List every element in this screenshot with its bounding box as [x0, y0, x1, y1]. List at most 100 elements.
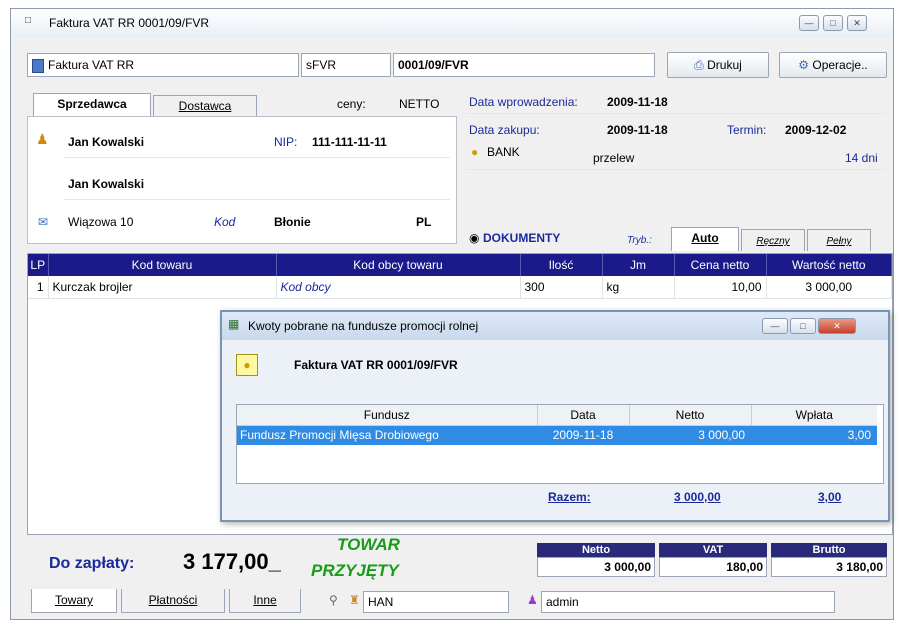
- dialog-title: Kwoty pobrane na fundusze promocji rolne…: [248, 319, 479, 333]
- tab-manual[interactable]: Ręczny: [741, 229, 805, 251]
- tab-manual-label: Ręczny: [756, 236, 790, 247]
- tab-seller[interactable]: Sprzedawca: [33, 93, 151, 117]
- cell-foreign-code: Kod obcy: [276, 276, 521, 299]
- country-value[interactable]: PL: [416, 215, 431, 229]
- person-icon: ♟: [36, 131, 49, 147]
- user-field[interactable]: admin: [541, 591, 835, 613]
- number-field[interactable]: 0001/09/FVR: [393, 53, 655, 77]
- cell-price: 10,00: [674, 276, 767, 299]
- due-date-label: Termin:: [727, 123, 767, 137]
- tab-goods[interactable]: Towary: [31, 589, 117, 613]
- street-value[interactable]: Wiązowa 10: [68, 215, 133, 229]
- dialog-subtitle: Faktura VAT RR 0001/09/FVR: [294, 358, 458, 372]
- dialog-maximize-button[interactable]: □: [790, 318, 816, 334]
- entry-date-value[interactable]: 2009-11-18: [607, 95, 668, 109]
- user-value: admin: [546, 595, 579, 609]
- party-name-2[interactable]: Jan Kowalski: [68, 177, 144, 191]
- postcode-value[interactable]: Kod: [214, 215, 235, 229]
- nip-value[interactable]: 111-111-11-11: [312, 135, 387, 149]
- tab-payments[interactable]: Płatności: [121, 589, 225, 613]
- col-unit[interactable]: Jm: [602, 254, 675, 276]
- series-value: sFVR: [306, 58, 336, 72]
- doc-type-value: Faktura VAT RR: [48, 58, 135, 72]
- due-date-value[interactable]: 2009-12-02: [785, 123, 846, 137]
- payment-days-value[interactable]: 14 dni: [845, 151, 878, 165]
- items-table: LP Kod towaru Kod obcy towaru Ilość Jm C…: [28, 254, 892, 299]
- to-pay-value: 3 177,00_: [183, 549, 281, 574]
- paperclip-icon[interactable]: ⚲: [329, 593, 338, 607]
- minimize-button[interactable]: —: [799, 15, 819, 31]
- col-qty[interactable]: Ilość: [520, 254, 603, 276]
- dialog-close-button[interactable]: ✕: [818, 318, 856, 334]
- close-button[interactable]: ✕: [847, 15, 867, 31]
- tab-other[interactable]: Inne: [229, 589, 301, 613]
- payment-method-value[interactable]: przelew: [593, 151, 634, 165]
- cell-net: 3 000,00: [698, 428, 745, 443]
- envelope-icon: ✉: [38, 215, 49, 229]
- col-code[interactable]: Kod towaru: [48, 254, 277, 276]
- vat-header: VAT: [659, 543, 767, 557]
- prices-value[interactable]: NETTO: [399, 97, 439, 111]
- to-pay-label: Do zapłaty:: [49, 555, 135, 572]
- status-line-1: TOWAR: [337, 535, 400, 554]
- total-net: 3 000,00: [674, 490, 721, 504]
- table-row[interactable]: 1 Kurczak brojler Kod obcy 300 kg 10,00 …: [28, 276, 892, 299]
- col-price[interactable]: Cena netto: [674, 254, 767, 276]
- operations-button[interactable]: ⚙ Operacje..: [779, 52, 887, 78]
- payment-form-value[interactable]: BANK: [487, 145, 520, 159]
- print-label: Drukuj: [707, 58, 742, 72]
- prices-label: ceny:: [337, 97, 366, 111]
- tab-supplier[interactable]: Dostawca: [153, 95, 257, 117]
- netto-header: Netto: [537, 543, 655, 557]
- tab-auto[interactable]: Auto: [671, 227, 739, 251]
- warehouse-field[interactable]: HAN: [363, 591, 509, 613]
- purchase-date-label: Data zakupu:: [469, 123, 540, 137]
- total-paid: 3,00: [818, 490, 842, 504]
- tab-goods-label: Towary: [54, 593, 93, 607]
- col-value[interactable]: Wartość netto: [766, 254, 892, 276]
- title-bar: □ Faktura VAT RR 0001/09/FVR — □ ✕: [11, 9, 893, 37]
- document-icon: [32, 58, 44, 73]
- tab-supplier-label: Dostawca: [178, 99, 232, 113]
- brutto-value: 3 180,00: [771, 557, 887, 577]
- col-lp[interactable]: LP: [28, 254, 49, 276]
- tab-full[interactable]: Pełny: [807, 229, 871, 251]
- fund-table: Fundusz Data Netto Wpłata Fundusz Promoc…: [237, 405, 877, 445]
- print-button[interactable]: ⎙ Drukuj: [667, 52, 769, 78]
- user-icon: ♟: [527, 593, 538, 607]
- dialog-app-icon: ▦: [228, 317, 240, 331]
- cell-unit: kg: [602, 276, 675, 299]
- col-net[interactable]: Netto: [629, 405, 752, 426]
- col-date[interactable]: Data: [537, 405, 630, 426]
- purchase-date-value[interactable]: 2009-11-18: [607, 123, 668, 137]
- dialog-minimize-button[interactable]: —: [762, 318, 788, 334]
- doc-type-field[interactable]: Faktura VAT RR: [27, 53, 299, 77]
- cell-paid: 3,00: [847, 428, 871, 443]
- cell-fund: Fundusz Promocji Mięsa Drobiowego: [240, 428, 439, 443]
- total-label: Razem:: [548, 490, 591, 504]
- col-paid[interactable]: Wpłata: [751, 405, 877, 426]
- col-fund[interactable]: Fundusz: [237, 405, 538, 426]
- party-name[interactable]: Jan Kowalski: [68, 135, 144, 149]
- status-line-2: PRZYJĘTY: [311, 561, 399, 580]
- series-field[interactable]: sFVR: [301, 53, 391, 77]
- cell-date: 2009-11-18: [552, 428, 614, 443]
- window-title: Faktura VAT RR 0001/09/FVR: [49, 16, 210, 30]
- binoculars-icon: ◉: [469, 231, 480, 245]
- window-menu-icon[interactable]: □: [25, 15, 31, 26]
- divider: [64, 157, 450, 158]
- divider: [64, 199, 450, 200]
- brutto-header: Brutto: [771, 543, 887, 557]
- cell-qty: 300: [520, 276, 603, 299]
- entry-date-label: Data wprowadzenia:: [469, 95, 578, 109]
- documents-title[interactable]: DOKUMENTY: [483, 231, 560, 245]
- fund-grid: Fundusz Data Netto Wpłata Fundusz Promoc…: [236, 404, 884, 484]
- cell-lp: 1: [28, 276, 49, 299]
- tab-other-label: Inne: [253, 593, 277, 607]
- mode-label: Tryb.:: [627, 235, 652, 246]
- table-row[interactable]: Fundusz Promocji Mięsa Drobiowego 2009-1…: [237, 425, 877, 445]
- maximize-button[interactable]: □: [823, 15, 843, 31]
- col-foreign-code[interactable]: Kod obcy towaru: [276, 254, 521, 276]
- printer-icon: ⎙: [694, 58, 704, 72]
- city-value[interactable]: Błonie: [274, 215, 311, 229]
